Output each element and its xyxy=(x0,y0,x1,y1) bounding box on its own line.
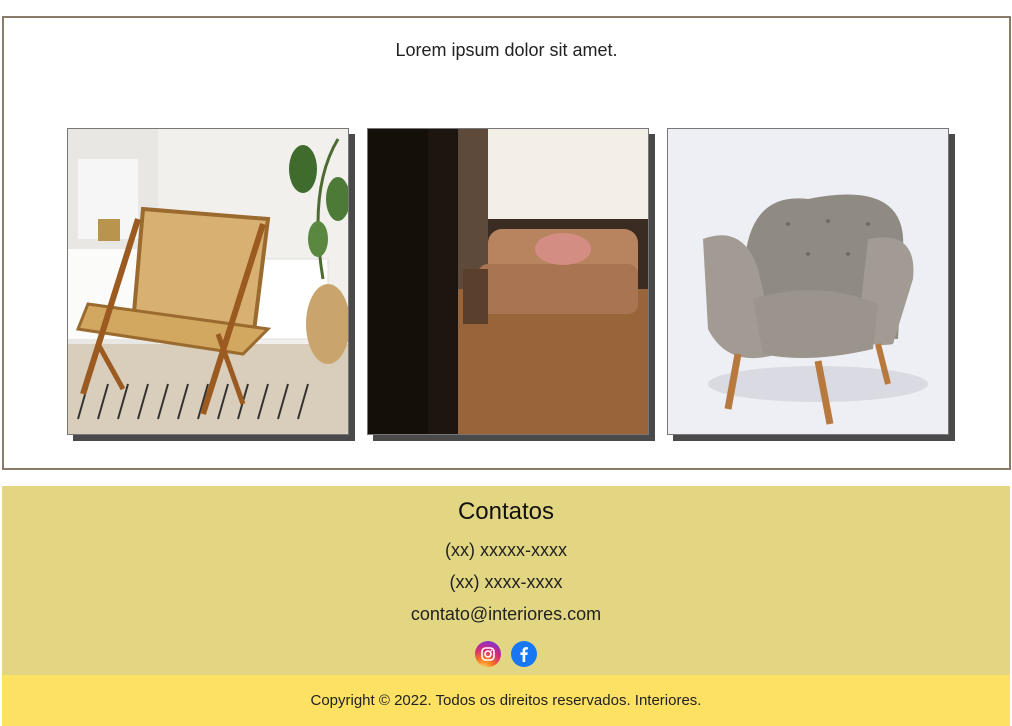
rattan-chair-image xyxy=(68,129,348,434)
phone-mobile: (xx) xxxxx-xxxx xyxy=(445,540,567,560)
facebook-icon xyxy=(520,647,528,662)
contacts-title: Contatos xyxy=(457,498,555,525)
grey-armchair-photo xyxy=(667,128,949,435)
grey-armchair-image xyxy=(668,129,948,434)
leather-sofa-photo xyxy=(367,128,649,435)
phone-landline: (xx) xxxx-xxxx xyxy=(449,572,563,592)
footer: Copyright © 2022. Todos os direitos rese… xyxy=(2,675,1010,726)
leather-sofa-image xyxy=(368,129,648,434)
contacts-section: Contatos (xx) xxxxx-xxxx (xx) xxxx-xxxx … xyxy=(2,486,1010,675)
copyright-text: Copyright © 2022. Todos os direitos rese… xyxy=(310,692,702,709)
intro-text: Lorem ipsum dolor sit amet. xyxy=(395,40,618,60)
facebook-link[interactable] xyxy=(511,641,537,667)
rattan-chair-photo xyxy=(67,128,349,435)
instagram-link[interactable] xyxy=(475,641,501,667)
instagram-icon xyxy=(481,647,495,661)
contact-email[interactable]: contato@interiores.com xyxy=(2,604,1010,625)
gallery-section: Lorem ipsum dolor sit amet. xyxy=(2,16,1011,470)
